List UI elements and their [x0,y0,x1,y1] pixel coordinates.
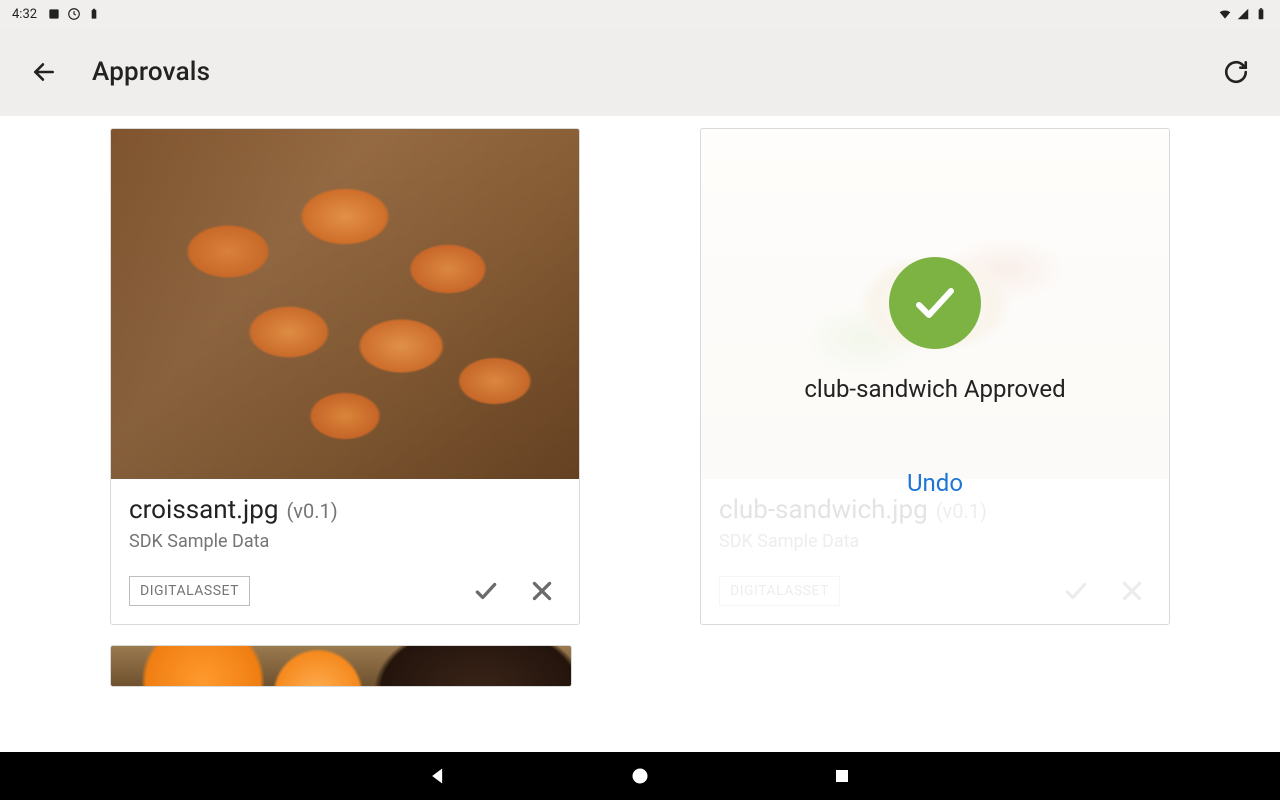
approved-check-badge [889,257,981,349]
status-time: 4:32 [12,7,37,22]
card-filename: croissant.jpg [129,495,278,525]
nav-home-button[interactable] [629,765,651,787]
asset-tag: DIGITALASSET [129,576,250,606]
nav-recent-button[interactable] [831,765,853,787]
wifi-icon [1218,7,1232,21]
approval-card[interactable]: croissant.jpg (v0.1) SDK Sample Data DIG… [110,128,580,625]
refresh-button[interactable] [1222,58,1250,86]
nav-home-icon [630,766,650,786]
check-icon [911,279,959,327]
battery-icon [1254,7,1268,21]
approval-card-peek[interactable] [110,645,572,687]
approved-overlay: club-sandwich Approved Undo [701,129,1169,624]
reject-button[interactable] [529,578,555,604]
refresh-icon [1223,59,1249,85]
approval-card[interactable]: club-sandwich.jpg (v0.1) SDK Sample Data… [700,128,1170,625]
card-subtitle: SDK Sample Data [129,531,561,552]
android-nav-bar [0,752,1280,800]
app-bar: Approvals [0,28,1280,116]
status-icon-app [47,7,61,21]
approvals-grid: croissant.jpg (v0.1) SDK Sample Data DIG… [0,116,1280,625]
status-icon-battery-small [87,7,101,21]
arrow-left-icon [31,59,57,85]
back-button[interactable] [30,58,58,86]
approved-message: club-sandwich Approved [804,375,1065,403]
nav-recent-icon [833,767,851,785]
android-status-bar: 4:32 [0,0,1280,28]
approve-button[interactable] [473,578,499,604]
status-icon-clock [67,7,81,21]
nav-back-button[interactable] [427,765,449,787]
card-image [111,129,579,479]
page-title: Approvals [92,57,210,87]
close-icon [529,578,555,604]
nav-back-icon [428,766,448,786]
check-icon [473,577,499,605]
card-version: (v0.1) [286,499,337,523]
undo-button[interactable]: Undo [907,469,963,497]
card-body: croissant.jpg (v0.1) SDK Sample Data DIG… [111,479,579,624]
signal-icon [1236,7,1250,21]
